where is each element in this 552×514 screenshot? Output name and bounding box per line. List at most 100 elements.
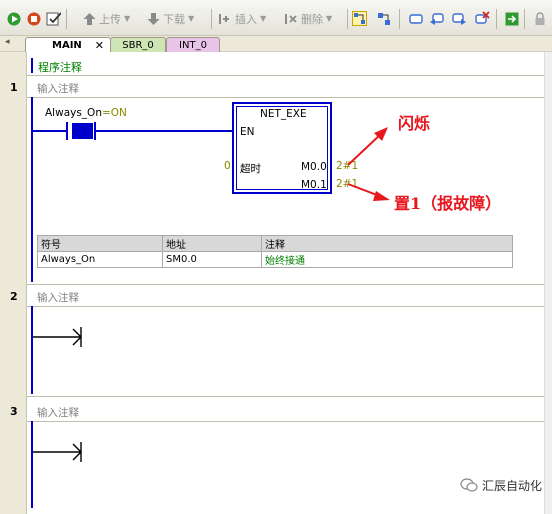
timeout-value[interactable]: 0	[224, 160, 231, 172]
divider	[27, 306, 544, 307]
comment-marker	[31, 58, 33, 73]
run-button[interactable]	[6, 10, 21, 27]
stop-button[interactable]	[26, 10, 41, 27]
chevron-down-icon: ▼	[326, 14, 333, 23]
symbol-table: 符号 地址 注释 Always_On SM0.0 始终接通	[37, 235, 513, 268]
compile-button[interactable]	[46, 10, 61, 27]
power-rail	[31, 421, 33, 508]
compile-icon	[46, 11, 61, 26]
tab-int0[interactable]: INT_0	[166, 37, 220, 52]
network-gutter	[0, 52, 27, 514]
toolbar-separator	[66, 9, 67, 29]
tab-scroll-left-icon[interactable]: ◂	[5, 37, 10, 47]
next-icon	[452, 11, 467, 26]
insert-button[interactable]: 插入 ▼	[218, 10, 266, 27]
vertical-scrollbar[interactable]	[544, 52, 552, 514]
tab-sbr0-label: SBR_0	[122, 39, 154, 51]
toolbar-separator	[211, 9, 212, 29]
block-en-pin: EN	[240, 126, 255, 138]
ladder-view-button[interactable]	[352, 10, 367, 27]
wechat-icon	[460, 478, 478, 493]
block-out2-pin: M0.1	[301, 179, 327, 191]
watermark-text: 汇辰自动化	[481, 479, 542, 493]
delete-label: 删除	[301, 12, 323, 26]
stop-icon	[26, 11, 41, 26]
chevron-down-icon: ▼	[260, 14, 267, 23]
tab-main-label: MAIN	[52, 39, 82, 51]
contact-left-bar	[66, 122, 68, 140]
empty-rung-arrow-icon[interactable]	[33, 326, 85, 348]
toolbar-separator	[524, 9, 525, 29]
export-icon	[504, 11, 519, 26]
download-label: 下载	[163, 12, 185, 26]
rung-wire	[33, 130, 67, 132]
download-button[interactable]: 下载 ▼	[146, 10, 194, 27]
network-1-comment[interactable]: 输入注释	[37, 81, 79, 96]
power-rail	[31, 306, 33, 394]
network-2-comment[interactable]: 输入注释	[37, 290, 79, 305]
bookmark-icon	[408, 11, 423, 26]
tab-int0-label: INT_0	[179, 39, 207, 51]
program-comment[interactable]: 程序注释	[38, 59, 82, 75]
tab-bar: ◂ MAIN ✕ SBR_0 INT_0	[0, 36, 552, 52]
block-out1-pin: M0.0	[301, 161, 327, 173]
upload-label: 上传	[99, 12, 121, 26]
export-button[interactable]	[504, 10, 519, 27]
contact-state: =ON	[101, 107, 127, 119]
chevron-down-icon: ▼	[188, 14, 195, 23]
address-header: 地址	[162, 235, 262, 252]
power-rail	[31, 97, 33, 282]
delete-button[interactable]: 删除 ▼	[284, 10, 332, 27]
toolbar: 上传 ▼ 下载 ▼ 插入 ▼ 删除 ▼	[0, 0, 552, 36]
symbol-header: 符号	[37, 235, 163, 252]
comment-header: 注释	[261, 235, 513, 252]
comment-cell: 始终接通	[261, 251, 513, 268]
divider	[27, 75, 544, 76]
contact-label[interactable]: Always_On=ON	[45, 107, 127, 119]
contact-name: Always_On	[45, 107, 102, 119]
insert-label: 插入	[235, 12, 257, 26]
annotation-arrows	[347, 127, 390, 201]
toolbar-separator	[496, 9, 497, 29]
tab-sbr0[interactable]: SBR_0	[110, 37, 166, 52]
fbd-view-icon	[376, 11, 391, 26]
close-icon[interactable]: ✕	[95, 39, 104, 52]
clear-icon	[475, 11, 490, 26]
contact-always-on[interactable]	[72, 123, 93, 139]
block-timeout-pin: 超时	[240, 163, 261, 175]
ladder-view-icon	[352, 11, 367, 26]
delete-icon	[284, 11, 299, 26]
download-icon	[146, 11, 161, 26]
network-3-number: 3	[10, 405, 18, 418]
toolbar-separator	[347, 9, 348, 29]
net-exe-block[interactable]: NET_EXE EN 超时 M0.0 M0.1	[232, 102, 332, 194]
divider	[27, 421, 544, 422]
upload-button[interactable]: 上传 ▼	[82, 10, 130, 27]
symbol-cell: Always_On	[37, 251, 163, 268]
lock-icon	[532, 11, 547, 26]
watermark: 汇辰自动化	[460, 477, 542, 494]
divider	[27, 396, 544, 397]
network-3-comment[interactable]: 输入注释	[37, 405, 79, 420]
fbd-view-button[interactable]	[376, 10, 391, 27]
network-2-number: 2	[10, 290, 18, 303]
annotation-set: 置1（报故障）	[394, 194, 502, 213]
prev-icon	[429, 11, 444, 26]
toolbar-separator	[399, 9, 400, 29]
chevron-down-icon: ▼	[124, 14, 131, 23]
table-row[interactable]: Always_On SM0.0 始终接通	[37, 251, 513, 268]
rung-wire	[95, 130, 234, 132]
divider	[27, 284, 544, 285]
bookmark-button[interactable]	[408, 10, 423, 27]
network-1-number: 1	[10, 81, 18, 94]
lock-button[interactable]	[532, 10, 547, 27]
next-bookmark-button[interactable]	[452, 10, 467, 27]
block-name: NET_EXE	[260, 108, 307, 120]
address-cell: SM0.0	[162, 251, 262, 268]
insert-icon	[218, 11, 233, 26]
prev-bookmark-button[interactable]	[429, 10, 444, 27]
annotation-flash: 闪烁	[398, 114, 431, 133]
empty-rung-arrow-icon[interactable]	[33, 441, 85, 463]
clear-bookmarks-button[interactable]	[475, 10, 490, 27]
tab-main[interactable]: MAIN ✕	[25, 37, 111, 52]
